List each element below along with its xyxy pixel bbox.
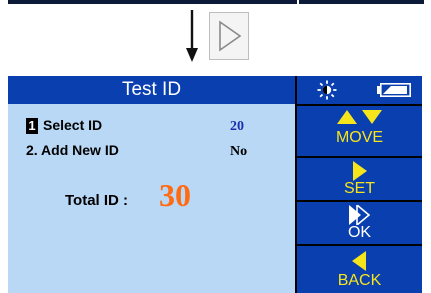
menu-item-select-id[interactable]: 1 Select ID bbox=[26, 117, 102, 134]
total-id-value: 30 bbox=[159, 177, 191, 213]
play-button[interactable] bbox=[209, 12, 249, 60]
device-screen: Test ID 1 Select ID 20 2. Add New ID No T… bbox=[8, 76, 422, 293]
previous-screen-fragment-right bbox=[297, 0, 424, 4]
previous-screen-fragment bbox=[8, 0, 297, 4]
brightness-icon bbox=[317, 80, 337, 100]
set-label: SET bbox=[343, 180, 376, 197]
ok-button[interactable]: OK bbox=[297, 202, 422, 244]
left-arrow-icon bbox=[352, 251, 366, 271]
back-label: BACK bbox=[337, 272, 382, 289]
add-new-id-value: No bbox=[230, 144, 248, 159]
status-bar bbox=[297, 76, 422, 104]
menu-item-add-new-id[interactable]: 2. Add New ID bbox=[26, 142, 119, 158]
total-id-label: Total ID : bbox=[65, 192, 129, 209]
play-icon bbox=[219, 20, 242, 52]
double-right-arrow-icon bbox=[349, 205, 371, 225]
back-button[interactable]: BACK bbox=[297, 246, 422, 293]
select-id-value: 20 bbox=[230, 119, 244, 134]
battery-icon bbox=[377, 83, 411, 97]
down-arrow-icon bbox=[362, 110, 382, 124]
set-button[interactable]: SET bbox=[297, 158, 422, 200]
main-panel: Test ID 1 Select ID 20 2. Add New ID No T… bbox=[8, 76, 297, 293]
right-arrow-icon bbox=[353, 161, 367, 181]
page-title: Test ID bbox=[8, 76, 297, 104]
menu-item-number: 1 bbox=[26, 118, 38, 134]
up-arrow-icon bbox=[337, 110, 357, 124]
menu-item-label: Select ID bbox=[43, 117, 103, 133]
ok-label: OK bbox=[347, 224, 372, 241]
menu-item-label: 2. Add New ID bbox=[26, 142, 119, 158]
move-label: MOVE bbox=[335, 129, 384, 146]
softkey-panel: MOVE SET OK BACK bbox=[297, 76, 422, 293]
down-arrow-icon bbox=[186, 10, 198, 62]
move-button[interactable]: MOVE bbox=[297, 106, 422, 156]
